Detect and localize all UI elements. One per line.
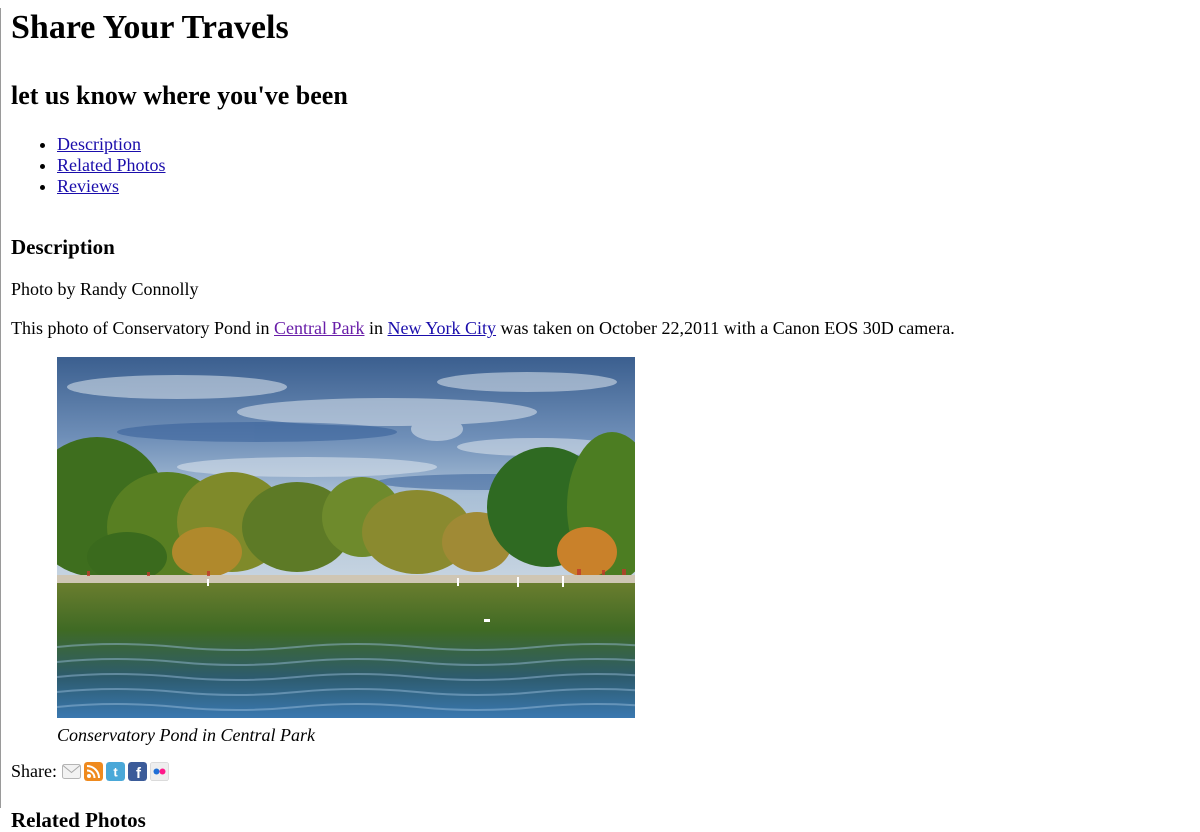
description-text-1: This photo of Conservatory Pond in: [11, 318, 274, 338]
svg-text:t: t: [113, 764, 118, 779]
photo-byline: Photo by Randy Connolly: [11, 279, 199, 299]
nav-item-related-photos: Related Photos: [57, 155, 1190, 176]
page-subtitle: let us know where you've been: [11, 81, 348, 110]
twitter-icon[interactable]: t: [105, 761, 125, 781]
nav-link-description[interactable]: Description: [57, 134, 141, 154]
nav-item-description: Description: [57, 134, 1190, 155]
photo-figure: Conservatory Pond in Central Park: [57, 357, 1190, 746]
nav-link-reviews[interactable]: Reviews: [57, 176, 119, 196]
share-icons: t f: [61, 761, 169, 781]
nav-link-related-photos[interactable]: Related Photos: [57, 155, 166, 175]
central-park-link[interactable]: Central Park: [274, 318, 364, 338]
share-bar: Share: t f: [11, 760, 1190, 782]
conservatory-pond-photo: [57, 357, 635, 718]
new-york-city-link[interactable]: New York City: [388, 318, 497, 338]
facebook-icon[interactable]: f: [127, 761, 147, 781]
email-icon[interactable]: [61, 762, 81, 781]
related-photos-heading: Related Photos: [11, 808, 146, 832]
nav-item-reviews: Reviews: [57, 176, 1190, 197]
share-label: Share:: [11, 761, 57, 781]
section-nav: Description Related Photos Reviews: [11, 134, 1190, 197]
photo-description: This photo of Conservatory Pond in Centr…: [11, 317, 1190, 339]
description-heading: Description: [11, 235, 115, 259]
page-title: Share Your Travels: [11, 9, 289, 46]
page: Share Your Travels let us know where you…: [1, 8, 1200, 832]
photo-caption: Conservatory Pond in Central Park: [57, 725, 315, 745]
flickr-icon[interactable]: [149, 761, 169, 781]
description-text-2: in: [364, 318, 388, 338]
rss-icon[interactable]: [83, 761, 103, 781]
description-text-3: was taken on October 22,2011 with a Cano…: [496, 318, 955, 338]
